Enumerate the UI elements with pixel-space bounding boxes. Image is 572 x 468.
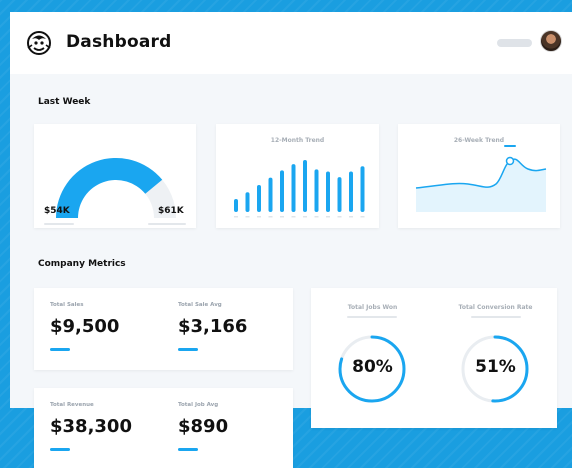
bar-chart	[234, 160, 365, 218]
trend-bar-tick	[326, 216, 330, 218]
trend-bar	[337, 177, 342, 212]
trend-bar-tick	[360, 216, 365, 218]
revenue-metrics-card[interactable]: Total Revenue $38,300 Total Job Avg $890	[34, 388, 293, 468]
gauge-right-value: $61K	[158, 206, 184, 216]
trend-bar	[257, 184, 261, 212]
total-revenue-value: $38,300	[50, 416, 132, 437]
trend-bar	[360, 166, 365, 212]
gauge-left-value: $54K	[44, 206, 70, 216]
total-job-avg-accent	[178, 448, 198, 451]
trend-bar-tick	[291, 216, 296, 218]
trend-bar	[245, 192, 250, 212]
trend-bar	[234, 199, 238, 212]
total-sale-avg-label: Total Sale Avg	[178, 302, 222, 308]
total-sales-accent	[50, 348, 70, 351]
trend-bar-tick	[303, 216, 307, 218]
top-bar: Dashboard	[10, 12, 572, 74]
trend-bar-tick	[337, 216, 342, 218]
total-sale-avg-accent	[178, 348, 198, 351]
conversion-rate-value: 51%	[475, 357, 516, 377]
page-title: Dashboard	[66, 32, 172, 52]
total-sale-avg-value: $3,166	[178, 316, 248, 337]
dashboard-window: Dashboard Last Week $54K $61K 12-Month T…	[10, 12, 572, 428]
company-logo-icon	[27, 31, 51, 55]
total-sales-label: Total Sales	[50, 302, 84, 308]
conversion-rings-card[interactable]: Total Jobs Won Total Conversion Rate 80%…	[311, 288, 557, 428]
total-job-avg-label: Total Job Avg	[178, 402, 219, 408]
user-avatar[interactable]	[540, 30, 562, 52]
trend-bar	[291, 164, 296, 212]
gauge-card[interactable]: $54K $61K	[34, 124, 196, 228]
gauge-fill	[56, 158, 163, 218]
area-chart	[415, 145, 547, 212]
trend-bar	[268, 177, 273, 212]
trend-bar-tick	[280, 216, 284, 218]
trend-marker	[505, 156, 515, 166]
trend-bar	[349, 171, 353, 212]
section-title-company-metrics: Company Metrics	[38, 259, 126, 269]
trend-bar-tick	[234, 216, 238, 218]
trend-26-week-card[interactable]: 26-Week Trend	[398, 124, 560, 228]
sales-metrics-card[interactable]: Total Sales $9,500 Total Sale Avg $3,166	[34, 288, 293, 370]
trend-bar	[326, 171, 330, 212]
trend-bar-tick	[257, 216, 261, 218]
total-sales-value: $9,500	[50, 316, 120, 337]
trend-bar-tick	[349, 216, 353, 218]
trend-bar	[303, 160, 307, 212]
total-revenue-accent	[50, 448, 70, 451]
jobs-won-value: 80%	[352, 357, 393, 377]
trend-12-month-card[interactable]: 12-Month Trend	[216, 124, 379, 228]
trend-bar-tick	[268, 216, 273, 218]
trend-bar-tick	[314, 216, 319, 218]
total-revenue-label: Total Revenue	[50, 402, 94, 408]
gauge-left-underline	[44, 223, 74, 225]
total-job-avg-value: $890	[178, 416, 229, 437]
section-title-last-week: Last Week	[38, 97, 91, 107]
trend-bar	[280, 170, 284, 212]
trend-bar	[314, 169, 319, 212]
gauge-right-underline	[148, 223, 186, 225]
user-name-placeholder[interactable]	[497, 39, 532, 47]
trend-bar-tick	[245, 216, 250, 218]
